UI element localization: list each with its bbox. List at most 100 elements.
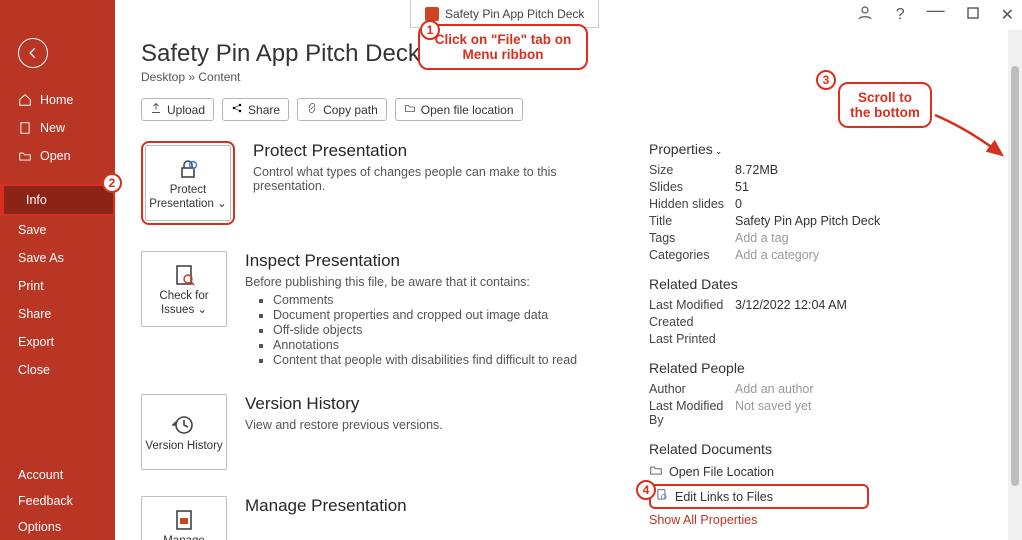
sidebar-item-home[interactable]: Home (0, 86, 115, 114)
inspect-list: Comments Document properties and cropped… (245, 293, 577, 367)
copy-path-button[interactable]: Copy path (297, 98, 387, 121)
sidebar-item-close[interactable]: Close (0, 356, 115, 384)
property-value: 51 (735, 180, 749, 194)
sidebar-item-options[interactable]: Options (0, 514, 115, 540)
minimize-icon[interactable]: — (927, 0, 945, 21)
property-row: AuthorAdd an author (649, 382, 889, 396)
folder-icon (649, 463, 663, 480)
share-icon (231, 102, 243, 117)
property-value[interactable]: Add a tag (735, 231, 789, 245)
list-item: Comments (273, 293, 577, 307)
open-file-location-button[interactable]: Open file location (395, 98, 523, 121)
chevron-down-icon: ⌄ (715, 146, 723, 156)
property-row: Slides51 (649, 180, 889, 194)
sidebar-item-export[interactable]: Export (0, 328, 115, 356)
backstage-sidebar: Home New Open Info Save Save As Print Sh… (0, 0, 115, 540)
open-file-location-link[interactable]: Open File Location (649, 463, 889, 480)
upload-button[interactable]: Upload (141, 98, 214, 121)
sidebar-item-label: Info (26, 193, 47, 207)
list-item: Document properties and cropped out imag… (273, 308, 577, 322)
close-icon[interactable]: ✕ (1001, 5, 1014, 25)
sidebar-item-account[interactable]: Account (0, 462, 115, 488)
list-item: Content that people with disabilities fi… (273, 353, 577, 367)
sidebar-item-info[interactable]: Info (0, 184, 115, 216)
property-value: Safety Pin App Pitch Deck (735, 214, 880, 228)
property-key: Last Modified (649, 298, 735, 312)
annotation-arrow-3 (930, 110, 1010, 170)
scrollbar-thumb[interactable] (1011, 66, 1019, 486)
new-icon (18, 121, 32, 135)
property-row: Hidden slides0 (649, 197, 889, 211)
manage-heading: Manage Presentation (245, 496, 407, 516)
version-heading: Version History (245, 394, 443, 414)
protect-heading: Protect Presentation (253, 141, 631, 161)
related-people-header: Related People (649, 360, 889, 376)
sidebar-item-save[interactable]: Save (0, 216, 115, 244)
presentation-icon (172, 507, 196, 533)
annotation-badge-3: 3 (816, 70, 836, 90)
properties-header[interactable]: Properties⌄ (649, 141, 889, 157)
property-value: 3/12/2022 12:04 AM (735, 298, 847, 312)
list-item: Annotations (273, 338, 577, 352)
sidebar-item-feedback[interactable]: Feedback (0, 488, 115, 514)
property-value[interactable]: Add an author (735, 382, 814, 396)
property-value[interactable]: Not saved yet (735, 399, 811, 427)
annotation-badge-1: 1 (420, 20, 440, 40)
link-icon (306, 102, 318, 117)
inspect-icon (172, 262, 196, 288)
edit-links-to-files-link[interactable]: Edit Links to Files (649, 484, 869, 509)
annotation-callout-3: Scroll to the bottom (838, 82, 932, 128)
property-key: Last Modified By (649, 399, 735, 427)
property-key: Created (649, 315, 735, 329)
help-icon[interactable]: ? (896, 6, 905, 24)
property-row: Created (649, 315, 889, 329)
protect-presentation-button[interactable]: Protect Presentation ⌄ (145, 145, 231, 221)
home-icon (18, 93, 32, 107)
chevron-down-icon: ⌄ (197, 304, 207, 316)
property-key: Categories (649, 248, 735, 262)
property-key: Author (649, 382, 735, 396)
sidebar-item-open[interactable]: Open (0, 142, 115, 170)
sidebar-item-share[interactable]: Share (0, 300, 115, 328)
related-documents-header: Related Documents (649, 441, 889, 457)
vertical-scrollbar[interactable] (1008, 30, 1022, 540)
share-button[interactable]: Share (222, 98, 289, 121)
maximize-icon[interactable] (967, 7, 979, 22)
version-history-button[interactable]: Version History (141, 394, 227, 470)
sidebar-item-new[interactable]: New (0, 114, 115, 142)
show-all-properties-link[interactable]: Show All Properties (649, 513, 889, 527)
upload-icon (150, 102, 162, 117)
back-button[interactable] (18, 38, 48, 68)
account-icon[interactable] (856, 4, 874, 25)
inspect-desc: Before publishing this file, be aware th… (245, 275, 577, 289)
chevron-down-icon: ⌄ (217, 198, 227, 210)
protect-desc: Control what types of changes people can… (253, 165, 631, 193)
folder-icon (404, 102, 416, 117)
property-row: Last Modified ByNot saved yet (649, 399, 889, 427)
related-dates-header: Related Dates (649, 276, 889, 292)
manage-presentation-button[interactable]: Manage Presentation ⌄ (141, 496, 227, 540)
sidebar-item-label: Home (40, 93, 73, 107)
check-for-issues-button[interactable]: Check for Issues ⌄ (141, 251, 227, 327)
sidebar-item-print[interactable]: Print (0, 272, 115, 300)
inspect-heading: Inspect Presentation (245, 251, 577, 271)
property-row: Last Printed (649, 332, 889, 346)
property-row: TitleSafety Pin App Pitch Deck (649, 214, 889, 228)
property-key: Hidden slides (649, 197, 735, 211)
property-row: TagsAdd a tag (649, 231, 889, 245)
property-row: Last Modified3/12/2022 12:04 AM (649, 298, 889, 312)
property-key: Tags (649, 231, 735, 245)
property-value: 8.72MB (735, 163, 778, 177)
annotation-badge-4: 4 (636, 480, 656, 500)
open-icon (18, 149, 32, 163)
property-key: Slides (649, 180, 735, 194)
version-desc: View and restore previous versions. (245, 418, 443, 432)
list-item: Off-slide objects (273, 323, 577, 337)
sidebar-item-label: New (40, 121, 65, 135)
property-row: CategoriesAdd a category (649, 248, 889, 262)
annotation-badge-2: 2 (102, 173, 122, 193)
property-value[interactable]: Add a category (735, 248, 819, 262)
property-key: Size (649, 163, 735, 177)
property-key: Last Printed (649, 332, 735, 346)
sidebar-item-save-as[interactable]: Save As (0, 244, 115, 272)
